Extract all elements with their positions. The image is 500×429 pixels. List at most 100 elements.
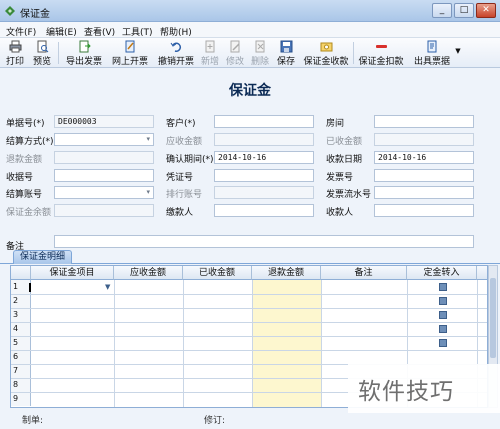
menu-file[interactable]: 文件(F) (6, 25, 36, 38)
refund-amount-label: 退款金额 (6, 155, 43, 165)
row-divider (11, 336, 487, 337)
detail-tabstrip: 保证金明细 (0, 248, 500, 264)
deposit-transfer-checkbox[interactable] (439, 297, 447, 305)
deposit-transfer-checkbox[interactable] (439, 283, 447, 291)
deposit-balance-field[interactable] (54, 204, 154, 217)
settle-account-label: 结算账号 (6, 190, 43, 200)
row-number: 1 (11, 280, 31, 294)
row-number: 2 (11, 294, 31, 308)
bank-no-field[interactable] (214, 186, 314, 199)
export-invoice-button[interactable]: 导出发票 (62, 39, 106, 67)
toolbar: 打印 预览 导出发票 网上开票 撤销开票 新增 修改 删除 保存 保证金收款 保… (0, 38, 500, 68)
receivable-field[interactable] (214, 133, 314, 146)
receipt-date-field[interactable]: 2014-10-16 (374, 151, 474, 164)
chevron-down-icon[interactable]: ▾ (146, 134, 150, 145)
room-label: 房间 (326, 119, 345, 129)
confirm-period-field[interactable]: 2014-10-16 (214, 151, 314, 164)
deposit-deduct-button[interactable]: 保证金扣款 (356, 39, 406, 67)
settle-account-select[interactable]: ▾ (54, 186, 154, 199)
issue-receipt-button[interactable]: 出具票据 (410, 39, 454, 67)
row-divider (11, 294, 487, 295)
chevron-down-icon[interactable]: ▾ (146, 187, 150, 198)
remark-field[interactable] (54, 235, 474, 248)
window-title: 保证金 (20, 9, 50, 20)
receipt-date-label: 收款日期 (326, 155, 363, 165)
chevron-down-icon[interactable]: ▼ (105, 283, 110, 291)
deposit-transfer-checkbox[interactable] (439, 325, 447, 333)
column-header[interactable]: 备注 (321, 266, 407, 280)
print-button[interactable]: 打印 (4, 39, 26, 67)
scrollbar-thumb[interactable] (490, 278, 496, 358)
edit-button[interactable]: 修改 (224, 39, 246, 67)
deposit-transfer-checkbox[interactable] (439, 339, 447, 347)
payer-label: 缴款人 (166, 208, 194, 218)
save-icon (280, 40, 292, 53)
delete-button[interactable]: 删除 (249, 39, 271, 67)
voucher-no-field[interactable] (214, 169, 314, 182)
toolbar-separator (58, 42, 59, 64)
online-invoice-button[interactable]: 网上开票 (108, 39, 152, 67)
deposit-receive-button[interactable]: 保证金收款 (301, 39, 351, 67)
preview-icon (37, 40, 48, 53)
undo-invoice-icon (170, 42, 181, 52)
watermark: 软件技巧 (348, 364, 500, 413)
row-number: 8 (11, 378, 31, 392)
undo-invoice-button[interactable]: 撤销开票 (154, 39, 198, 67)
receipt-no-field[interactable] (54, 169, 154, 182)
menu-tools[interactable]: 工具(T) (122, 25, 153, 38)
refund-amount-field[interactable] (54, 151, 154, 164)
column-header[interactable]: 退款金额 (252, 266, 321, 280)
column-header[interactable]: 应收金额 (114, 266, 183, 280)
maximize-button[interactable]: □ (454, 3, 474, 18)
received-field[interactable] (374, 133, 474, 146)
column-header[interactable]: 保证金项目 (31, 266, 114, 280)
minimize-button[interactable]: _ (432, 3, 452, 18)
column-header[interactable]: 已收金额 (183, 266, 252, 280)
invoice-no-field[interactable] (374, 169, 474, 182)
payer-field[interactable] (214, 204, 314, 217)
row-divider (11, 308, 487, 309)
refund-column-highlight (252, 280, 321, 407)
column-divider (114, 280, 115, 407)
customer-field[interactable] (214, 115, 314, 128)
deposit-receive-icon (320, 42, 332, 52)
modifier-label: 修订: (204, 416, 226, 426)
column-header[interactable]: 定金转入 (407, 266, 477, 280)
print-icon (9, 40, 21, 53)
deposit-deduct-icon (375, 45, 387, 48)
row-number: 6 (11, 350, 31, 364)
settle-method-label: 结算方式(*) (6, 137, 54, 147)
row-number: 9 (11, 392, 31, 406)
menu-bar: 文件(F) 编辑(E) 查看(V) 工具(T) 帮助(H) (0, 22, 500, 38)
deposit-transfer-checkbox[interactable] (439, 311, 447, 319)
export-invoice-icon (79, 40, 91, 53)
column-divider (183, 280, 184, 407)
watermark-text: 软件技巧 (358, 379, 454, 405)
tab-deposit-detail[interactable]: 保证金明细 (13, 250, 73, 264)
preview-button[interactable]: 预览 (31, 39, 53, 67)
column-header (477, 266, 487, 280)
room-field[interactable] (374, 115, 474, 128)
menu-help[interactable]: 帮助(H) (160, 25, 192, 38)
add-icon (205, 40, 214, 53)
invoice-no-label: 发票号 (326, 173, 354, 183)
settle-method-select[interactable]: ▾ (54, 133, 154, 146)
confirm-period-label: 确认期间(*) (166, 155, 214, 165)
row-number: 4 (11, 322, 31, 336)
form-title: 保证金 (229, 83, 271, 99)
doc-no-field[interactable]: DE000003 (54, 115, 154, 128)
payee-field[interactable] (374, 204, 474, 217)
row-divider (11, 350, 487, 351)
close-button[interactable]: ✕ (476, 3, 496, 18)
invoice-serial-field[interactable] (374, 186, 474, 199)
menu-view[interactable]: 查看(V) (84, 25, 115, 38)
delete-icon (255, 40, 264, 53)
toolbar-separator (353, 42, 354, 64)
current-row-indicator (29, 283, 31, 292)
toolbar-overflow-icon[interactable]: ▼ (454, 39, 462, 67)
menu-edit[interactable]: 编辑(E) (46, 25, 77, 38)
save-button[interactable]: 保存 (275, 39, 297, 67)
add-button[interactable]: 新增 (199, 39, 221, 67)
window-titlebar: 保证金 _ □ ✕ (0, 0, 500, 22)
row-divider (11, 322, 487, 323)
